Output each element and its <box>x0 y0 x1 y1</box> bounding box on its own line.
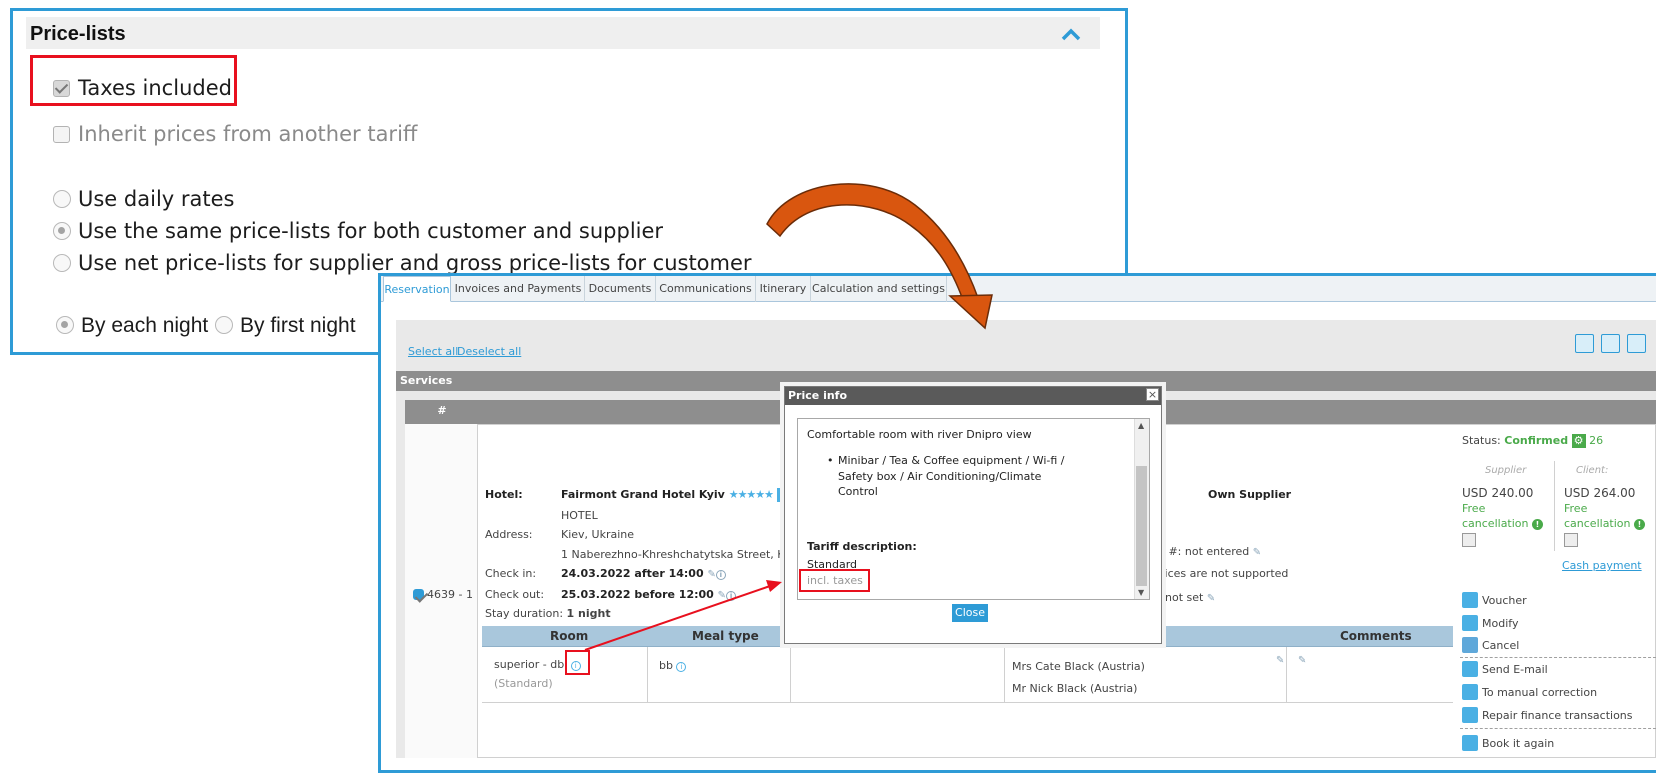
red-arrow-line <box>584 585 771 651</box>
orange-arrow-head <box>948 294 993 330</box>
orange-curved-arrow <box>766 183 980 301</box>
red-arrow-head <box>766 580 782 592</box>
annotation-arrows <box>584 183 993 651</box>
